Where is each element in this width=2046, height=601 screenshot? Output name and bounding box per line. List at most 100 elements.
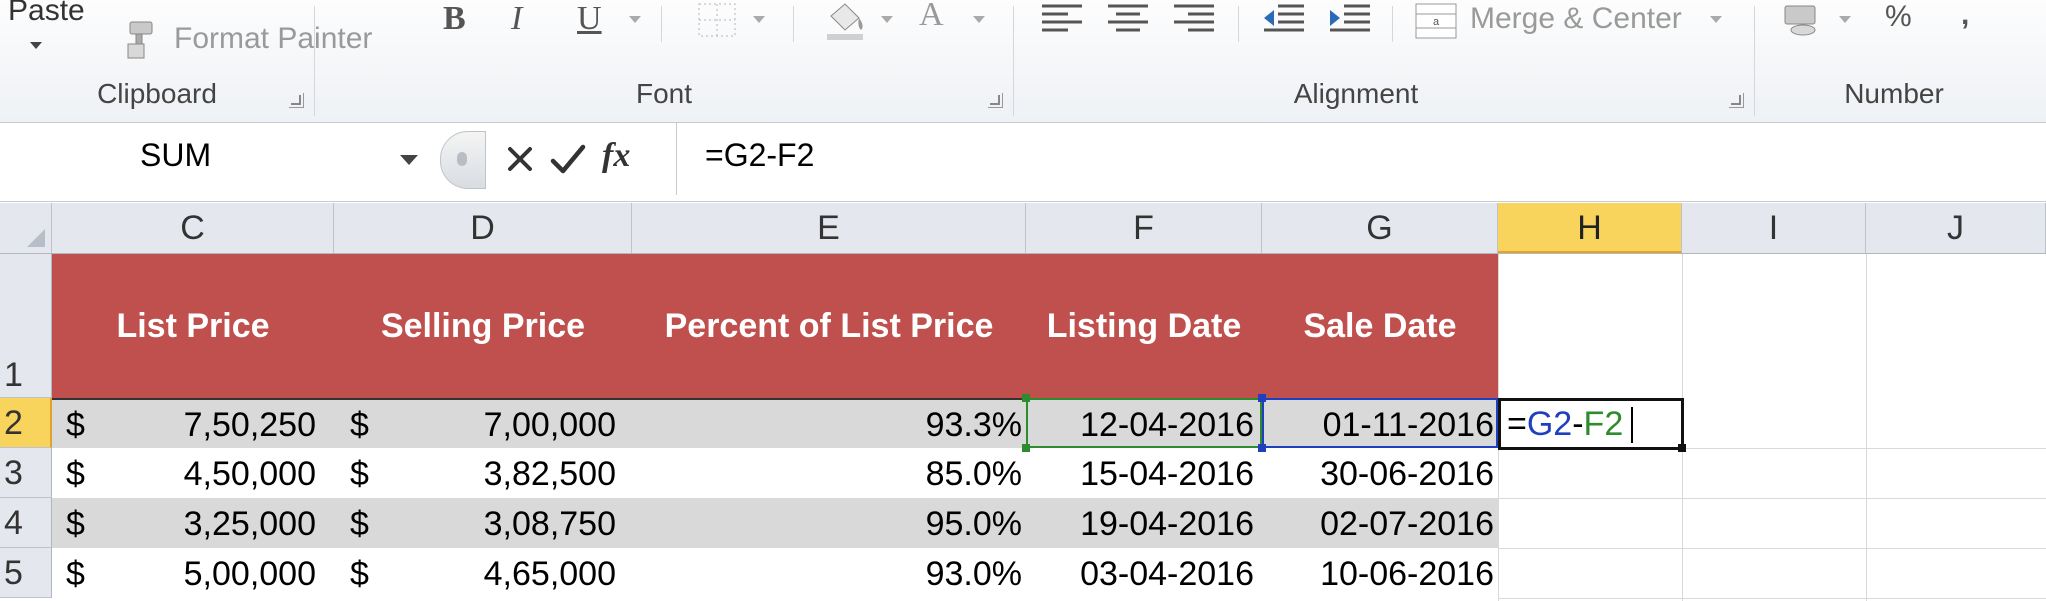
- row-number: 1: [4, 356, 23, 394]
- column-header-c[interactable]: C: [52, 203, 334, 253]
- format-painter-button[interactable]: Format Painter: [116, 18, 372, 64]
- paste-button[interactable]: Paste: [8, 0, 85, 28]
- separator: [661, 6, 662, 42]
- formula-bar-splitter[interactable]: [440, 131, 486, 189]
- underline-dropdown-icon[interactable]: [629, 16, 641, 23]
- paste-dropdown-icon[interactable]: [30, 42, 42, 49]
- separator: [793, 6, 794, 42]
- column-header-f[interactable]: F: [1026, 203, 1262, 253]
- cell-e2[interactable]: 93.3%: [632, 402, 1026, 448]
- italic-button[interactable]: I: [511, 0, 522, 38]
- edit-formula-text: =G2-F2: [1507, 405, 1623, 444]
- cell-d5[interactable]: 4,65,000: [334, 550, 616, 598]
- cell-g5[interactable]: 10-06-2016: [1262, 550, 1498, 598]
- formula-minus: -: [1572, 405, 1584, 443]
- column-header-d[interactable]: D: [334, 203, 632, 253]
- formula-bar: SUM fx =G2-F2: [0, 123, 2046, 202]
- text-cursor: [1631, 407, 1633, 443]
- clipboard-dialog-launcher-icon[interactable]: [289, 93, 304, 108]
- header-cell-selling-price[interactable]: Selling Price: [334, 254, 632, 398]
- reference-handle: [1022, 394, 1030, 402]
- clipboard-group-label: Clipboard: [97, 78, 217, 109]
- name-box[interactable]: SUM: [0, 129, 438, 191]
- active-cell-h2[interactable]: =G2-F2: [1498, 398, 1684, 450]
- accounting-format-icon[interactable]: [1781, 0, 1825, 38]
- font-color-dropdown-icon[interactable]: [973, 16, 985, 23]
- align-left-icon[interactable]: [1040, 2, 1084, 36]
- cell-f4[interactable]: 19-04-2016: [1026, 500, 1262, 548]
- column-header-i[interactable]: I: [1682, 203, 1866, 253]
- increase-indent-icon[interactable]: [1328, 2, 1372, 36]
- gridline: [1498, 498, 2046, 499]
- cell-c4[interactable]: 3,25,000: [52, 500, 316, 548]
- row-header-4[interactable]: 4: [0, 498, 52, 548]
- formula-equals: =: [1507, 405, 1527, 443]
- cancel-icon[interactable]: [504, 143, 536, 175]
- cell-c2[interactable]: 7,50,250: [52, 402, 316, 448]
- clipboard-group: Paste Format Painter Clipboard: [0, 0, 372, 122]
- fill-color-dropdown-icon[interactable]: [881, 16, 893, 23]
- fill-color-icon[interactable]: [823, 0, 867, 42]
- cell-c3[interactable]: 4,50,000: [52, 450, 316, 498]
- merge-center-button[interactable]: a Merge & Center: [1414, 0, 1722, 44]
- reference-handle: [1258, 394, 1266, 402]
- merge-center-dropdown-icon[interactable]: [1710, 16, 1722, 23]
- cell-e5[interactable]: 93.0%: [632, 550, 1026, 598]
- formula-buttons: fx: [440, 123, 678, 195]
- font-color-icon[interactable]: A: [919, 0, 944, 34]
- cell-d3[interactable]: 3,82,500: [334, 450, 616, 498]
- cell-g4[interactable]: 02-07-2016: [1262, 500, 1498, 548]
- separator: [1392, 6, 1393, 42]
- format-painter-icon: [127, 21, 153, 59]
- formula-ref-g2: G2: [1526, 405, 1573, 443]
- number-group-label: Number: [1844, 78, 1944, 109]
- column-header-g[interactable]: G: [1262, 203, 1498, 253]
- borders-icon[interactable]: [697, 2, 737, 38]
- row-header-3[interactable]: 3: [0, 448, 52, 498]
- worksheet-grid[interactable]: List Price Selling Price Percent of List…: [52, 254, 2046, 601]
- row-header-1[interactable]: 1: [0, 254, 52, 398]
- gridline: [1498, 548, 2046, 549]
- header-cell-sale-date[interactable]: Sale Date: [1262, 254, 1498, 398]
- column-header-e[interactable]: E: [632, 203, 1026, 253]
- align-center-icon[interactable]: [1106, 2, 1150, 36]
- borders-dropdown-icon[interactable]: [753, 16, 765, 23]
- cell-d4[interactable]: 3,08,750: [334, 500, 616, 548]
- header-cell-listing-date[interactable]: Listing Date: [1026, 254, 1262, 398]
- merge-center-label: Merge & Center: [1470, 2, 1682, 35]
- row-header-2[interactable]: 2: [0, 398, 52, 448]
- font-group: B I U A Font: [315, 0, 1013, 122]
- formula-input[interactable]: =G2-F2: [705, 137, 814, 174]
- insert-function-icon[interactable]: fx: [602, 137, 630, 175]
- accounting-format-dropdown-icon[interactable]: [1839, 16, 1851, 23]
- decrease-indent-icon[interactable]: [1262, 2, 1306, 36]
- bold-button[interactable]: B: [443, 0, 466, 38]
- font-group-label: Font: [635, 78, 693, 109]
- cell-d2[interactable]: 7,00,000: [334, 402, 616, 448]
- enter-checkmark-icon[interactable]: [550, 143, 586, 175]
- underline-button[interactable]: U: [577, 0, 602, 38]
- fill-handle-icon[interactable]: [1678, 444, 1686, 452]
- ribbon: Paste Format Painter Clipboard B I U A F…: [0, 0, 2046, 123]
- select-all-button[interactable]: [0, 203, 52, 253]
- column-headers: C D E F G H I J: [0, 203, 2046, 254]
- splitter-grip-icon: [457, 152, 467, 166]
- alignment-group: a Merge & Center Alignment: [1014, 0, 1754, 122]
- comma-style-button[interactable]: ,: [1961, 0, 1969, 32]
- cell-g3[interactable]: 30-06-2016: [1262, 450, 1498, 498]
- cell-f5[interactable]: 03-04-2016: [1026, 550, 1262, 598]
- row-header-5[interactable]: 5: [0, 548, 52, 598]
- name-box-dropdown-icon[interactable]: [400, 155, 418, 165]
- percent-style-button[interactable]: %: [1885, 0, 1912, 34]
- column-header-j[interactable]: J: [1866, 203, 2046, 253]
- formula-bar-divider: [676, 123, 677, 195]
- align-right-icon[interactable]: [1172, 2, 1216, 36]
- header-cell-percent[interactable]: Percent of List Price: [632, 254, 1026, 398]
- cell-f3[interactable]: 15-04-2016: [1026, 450, 1262, 498]
- cell-e3[interactable]: 85.0%: [632, 450, 1026, 498]
- cell-c5[interactable]: 5,00,000: [52, 550, 316, 598]
- reference-box-f2: [1026, 398, 1262, 448]
- header-cell-list-price[interactable]: List Price: [52, 254, 334, 398]
- column-header-h[interactable]: H: [1498, 203, 1682, 253]
- cell-e4[interactable]: 95.0%: [632, 500, 1026, 548]
